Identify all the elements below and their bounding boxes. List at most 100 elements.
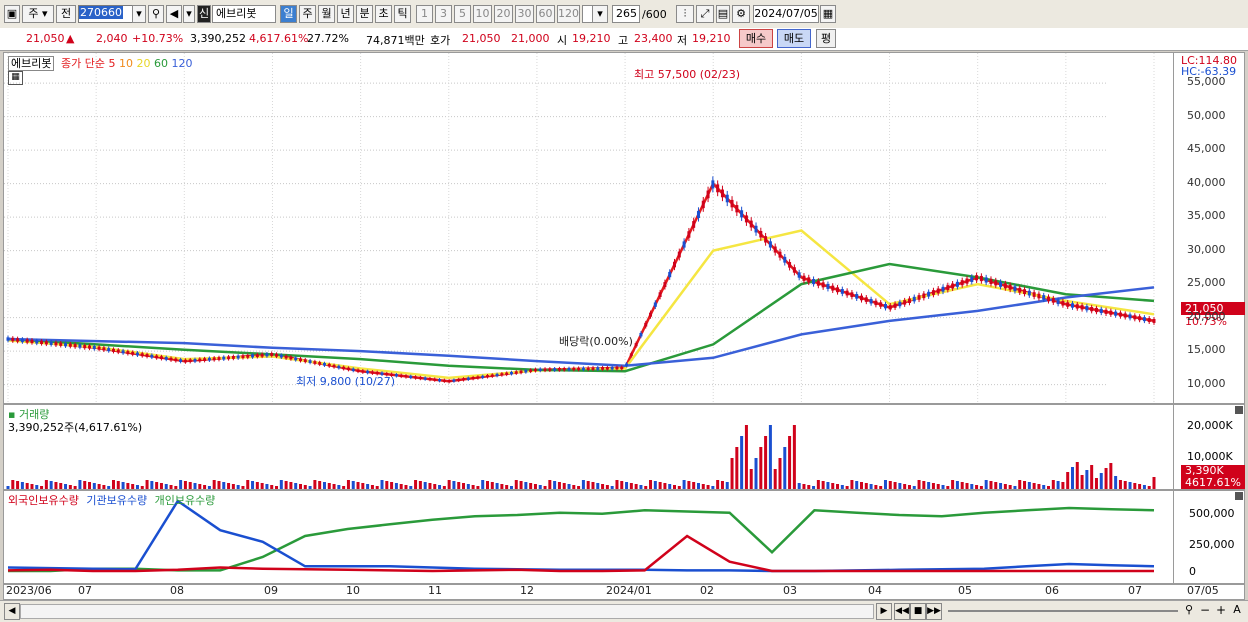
forward-icon[interactable]: ▶▶ [926,603,942,620]
candle-body [462,378,466,381]
legend-inst: 기관보유수량 [86,494,148,507]
save-icon[interactable]: ▤ [716,5,730,23]
candle-body [251,354,255,358]
scroll-track[interactable] [20,604,874,619]
candle-body [1109,310,1113,315]
calendar-icon[interactable]: ▦ [820,5,836,23]
period-second[interactable]: 초 [375,5,392,23]
volume-bar [677,486,681,489]
prev-button[interactable]: 전 [56,5,76,23]
interval-3[interactable]: 3 [435,5,452,23]
candle-body [88,345,92,349]
candle-body [150,354,154,358]
table-icon[interactable]: ▦ [8,71,23,85]
volume-panel[interactable]: ▪ 거래량 3,390,252주(4,617.61%) 20,000K 10,0… [3,404,1245,490]
volume-close-icon[interactable] [1235,406,1243,414]
interval-60[interactable]: 60 [536,5,555,23]
volume-bar [524,482,528,489]
legend-ma120: 120 [171,57,193,70]
count-input[interactable]: 265 [612,5,640,23]
speaker-dropdown-icon[interactable]: ▾ [183,5,195,23]
period-year[interactable]: 년 [337,5,354,23]
stock-code-input[interactable]: 270660 [78,5,138,23]
zoom-in-icon[interactable]: + [1214,603,1228,618]
interval-30[interactable]: 30 [515,5,534,23]
candle-body [869,298,873,304]
candle-body [788,262,792,268]
eval-button[interactable]: 평 [816,29,836,48]
period-minute[interactable]: 분 [356,5,373,23]
volume-bar [821,481,825,489]
volume-bar [20,482,24,489]
interval-1[interactable]: 1 [416,5,433,23]
gear-icon[interactable]: ⚙ [732,5,750,23]
volume-bar [270,485,274,489]
zoom-search-icon[interactable]: ⚲ [1182,603,1196,618]
interval-5[interactable]: 5 [454,5,471,23]
volume-bar [701,484,705,489]
volume-bar [1104,468,1108,489]
sell-button[interactable]: 매도 [777,29,811,48]
window-menu-icon[interactable]: ▣ [4,5,20,23]
volume-bar [788,436,792,489]
volume-bar [284,481,288,489]
interval-10[interactable]: 10 [473,5,492,23]
candle-body [1037,293,1041,299]
price-chart-panel[interactable]: 에브리봇 종가 단순 5 10 20 60 120 ▦ LC:114.80 HC… [3,52,1245,404]
period-day[interactable]: 일 [280,5,297,23]
interval-dropdown-icon[interactable]: ▾ [592,5,608,23]
period-week[interactable]: 주 [299,5,316,23]
market-select[interactable]: 주 ▾ [22,5,54,23]
volume-bar [740,436,744,489]
stop-icon[interactable]: ■ [910,603,926,620]
period-month[interactable]: 월 [318,5,335,23]
volume-bar [438,485,442,489]
x-label-2024-01: 2024/01 [606,584,652,597]
volume-bar [768,425,772,489]
candle-body [893,303,897,308]
x-label-09: 09 [264,584,278,597]
code-dropdown-icon[interactable]: ▾ [132,5,146,23]
candle-type-icon[interactable]: ⫶ [676,5,694,23]
volume-bar [601,484,605,489]
buy-button[interactable]: 매수 [739,29,773,48]
date-input[interactable]: 2024/07/05 [753,5,819,23]
candle-body [193,358,197,362]
candle-body [169,357,173,361]
candle-body [692,221,696,228]
candle-body [284,355,288,359]
candle-body [217,357,221,360]
volume-bar [366,484,370,489]
rewind-icon[interactable]: ◀◀ [894,603,910,620]
holdings-panel[interactable]: 외국인보유수량 기관보유수량 개인보유수량 500,000 250,000 0 [3,490,1245,584]
candle-body [524,370,528,373]
scroll-left-icon[interactable]: ◀ [4,603,20,620]
candle-body [1123,313,1127,318]
volume-bar [960,482,964,489]
volume-bar [1037,484,1041,489]
speaker-icon[interactable]: ◀ [166,5,182,23]
volume-bar [1094,478,1098,489]
candle-body [677,251,681,258]
scroll-right-icon[interactable]: ▶ [876,603,892,620]
holdings-close-icon[interactable] [1235,492,1243,500]
volume-bar [744,425,748,489]
volume-tick-20000: 20,000K [1187,419,1233,432]
volume-bar [183,481,187,489]
stock-name-field[interactable]: 에브리봇 [212,5,276,23]
volume-bar [289,482,293,489]
zoom-out-icon[interactable]: − [1198,603,1212,618]
search-icon[interactable]: ⚲ [148,5,164,23]
period-tick[interactable]: 틱 [394,5,411,23]
candle-body [481,375,485,378]
volume-bar [922,481,926,489]
zoom-slider[interactable] [948,610,1178,612]
interval-120[interactable]: 120 [557,5,580,23]
draw-tool-icon[interactable]: ⤢ [696,5,714,23]
candle-body [121,350,125,354]
font-size-icon[interactable]: A [1230,603,1244,618]
volume-bar [485,481,489,489]
candle-body [605,367,609,370]
candle-body [442,379,446,382]
interval-20[interactable]: 20 [494,5,513,23]
